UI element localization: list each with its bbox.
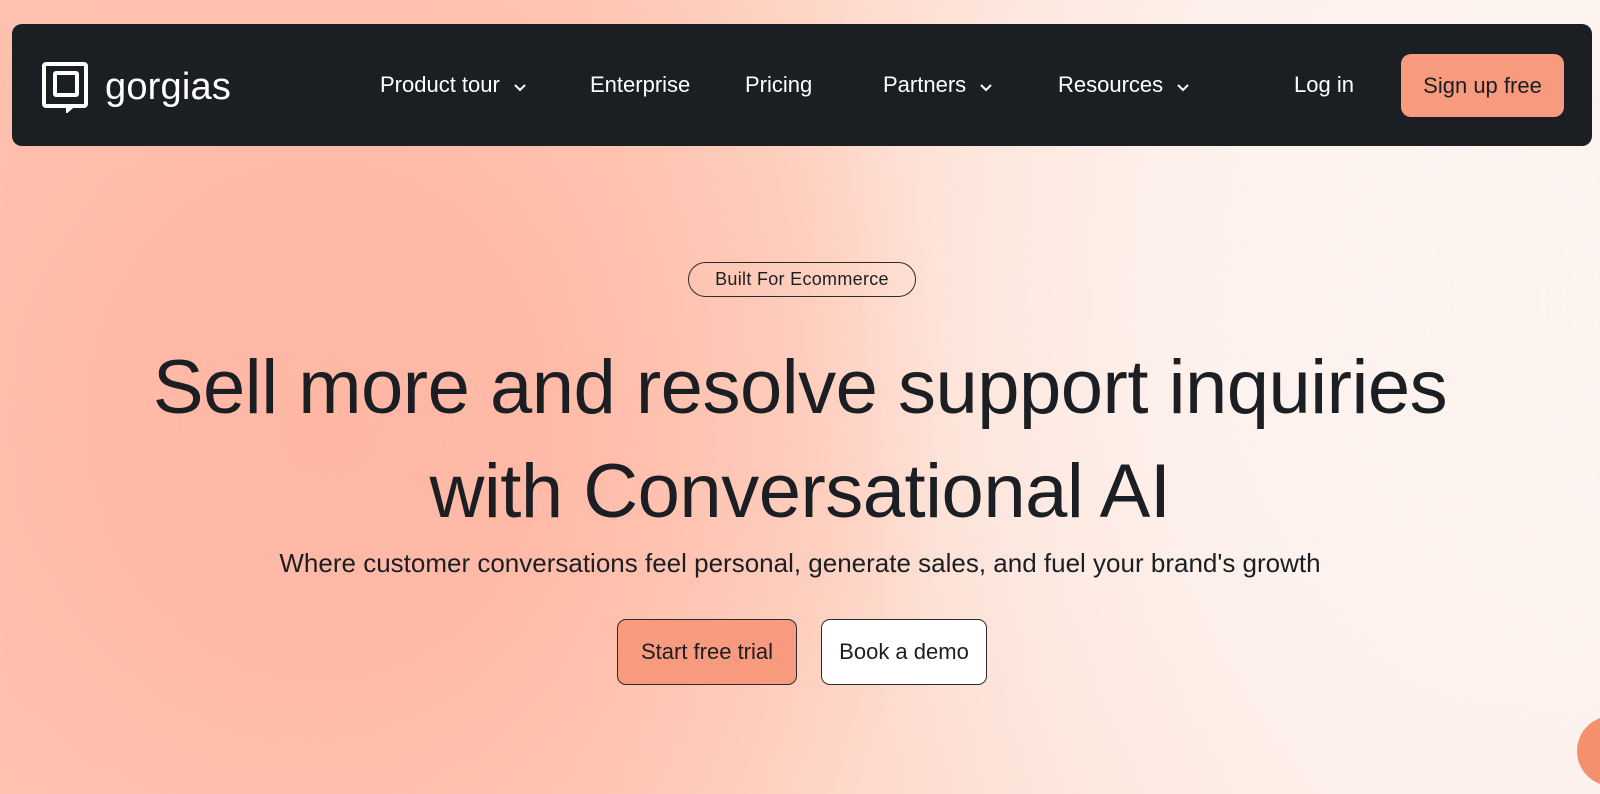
nav-label: Partners: [883, 72, 967, 97]
category-badge: Built For Ecommerce: [688, 262, 916, 297]
nav-enterprise[interactable]: Enterprise: [590, 24, 690, 146]
hero-headline-line-1: Sell more and resolve support inquiries: [152, 345, 1448, 430]
chat-launcher-icon[interactable]: [1577, 716, 1600, 786]
nav-resources[interactable]: Resources: [1058, 24, 1189, 146]
nav-partners[interactable]: Partners: [883, 24, 992, 146]
login-link[interactable]: Log in: [1294, 24, 1354, 146]
book-demo-button[interactable]: Book a demo: [821, 619, 987, 685]
chevron-down-icon: [514, 72, 526, 98]
hero-subheadline: Where customer conversations feel person…: [279, 548, 1321, 578]
top-navbar: gorgias Product tour Enterprise Pricing …: [12, 24, 1592, 146]
nav-label: Product tour: [380, 72, 500, 97]
nav-pricing[interactable]: Pricing: [745, 24, 812, 146]
start-free-trial-button[interactable]: Start free trial: [617, 619, 797, 685]
logo[interactable]: gorgias: [41, 61, 231, 113]
hero-headline-line-2: with Conversational AI: [429, 449, 1171, 534]
nav-label: Pricing: [745, 72, 813, 97]
chevron-down-icon: [980, 72, 992, 98]
chevron-down-icon: [1177, 72, 1189, 98]
nav-product-tour[interactable]: Product tour: [380, 24, 526, 146]
gorgias-logo-icon: [41, 61, 89, 113]
signup-button[interactable]: Sign up free: [1401, 54, 1564, 117]
hero-headline: Sell more and resolve support inquiries …: [0, 336, 1600, 544]
nav-label: Enterprise: [590, 72, 691, 97]
nav-label: Resources: [1058, 72, 1164, 97]
logo-text: gorgias: [105, 66, 232, 108]
